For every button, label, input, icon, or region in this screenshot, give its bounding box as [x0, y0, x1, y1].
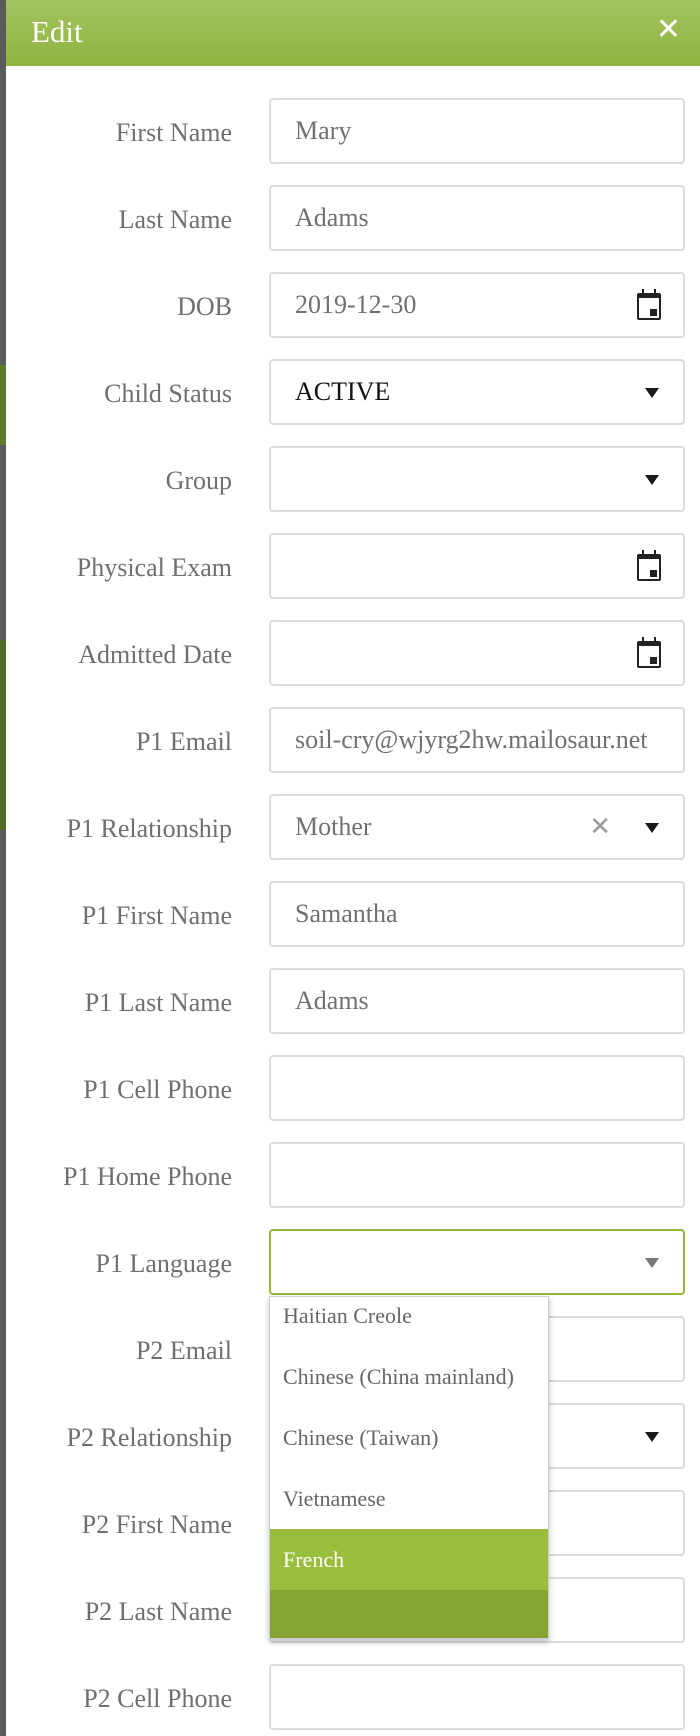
language-dropdown-menu: Haitian Creole Chinese (China mainland) …: [269, 1296, 549, 1639]
p1-home-phone-label: P1 Home Phone: [63, 1162, 232, 1191]
close-icon[interactable]: ✕: [656, 13, 681, 47]
p1-relationship-row: P1 Relationship Mother ✕: [6, 794, 700, 864]
p1-email-input[interactable]: soil-cry@wjyrg2hw.mailosaur.net: [269, 707, 685, 773]
physical-exam-label: Physical Exam: [76, 553, 232, 582]
p2-relationship-label: P2 Relationship: [66, 1423, 232, 1452]
dob-input[interactable]: 2019-12-30: [269, 272, 685, 338]
p1-relationship-value: Mother: [295, 812, 372, 841]
p1-home-phone-row: P1 Home Phone: [6, 1142, 700, 1212]
p1-email-label: P1 Email: [135, 727, 232, 756]
p1-relationship-select[interactable]: Mother ✕: [269, 794, 685, 860]
p1-first-name-row: P1 First Name Samantha: [6, 881, 700, 951]
last-name-row: Last Name Adams: [6, 185, 700, 255]
p1-relationship-label: P1 Relationship: [66, 814, 232, 843]
admitted-date-label: Admitted Date: [78, 640, 232, 669]
p1-last-name-value: Adams: [295, 986, 369, 1015]
chevron-down-icon: [645, 1258, 659, 1268]
chevron-down-icon: [645, 475, 659, 485]
first-name-value: Mary: [295, 116, 352, 145]
p1-cell-phone-input[interactable]: [269, 1055, 685, 1121]
calendar-icon[interactable]: [637, 289, 661, 320]
chevron-down-icon: [645, 823, 659, 833]
child-status-row: Child Status ACTIVE: [6, 359, 700, 429]
language-option[interactable]: Chinese (China mainland): [270, 1346, 548, 1407]
language-option-highlighted[interactable]: French: [270, 1529, 548, 1590]
p1-email-value: soil-cry@wjyrg2hw.mailosaur.net: [295, 725, 648, 754]
admitted-date-row: Admitted Date: [6, 620, 700, 690]
p1-first-name-label: P1 First Name: [81, 901, 232, 930]
p1-language-row: P1 Language: [6, 1229, 700, 1299]
p1-last-name-input[interactable]: Adams: [269, 968, 685, 1034]
admitted-date-input[interactable]: [269, 620, 685, 686]
p1-last-name-label: P1 Last Name: [84, 988, 232, 1017]
first-name-row: First Name Mary: [6, 98, 700, 168]
child-status-label: Child Status: [104, 379, 232, 408]
p1-language-select[interactable]: [269, 1229, 685, 1295]
p2-first-name-label: P2 First Name: [81, 1510, 232, 1539]
p1-cell-phone-label: P1 Cell Phone: [83, 1075, 232, 1104]
p1-first-name-value: Samantha: [295, 899, 398, 928]
language-option[interactable]: [270, 1590, 548, 1638]
p1-last-name-row: P1 Last Name Adams: [6, 968, 700, 1038]
last-name-label: Last Name: [118, 205, 232, 234]
modal-title: Edit: [31, 14, 83, 49]
p2-cell-phone-label: P2 Cell Phone: [83, 1684, 232, 1713]
group-select[interactable]: [269, 446, 685, 512]
p2-email-label: P2 Email: [135, 1336, 232, 1365]
p2-cell-phone-row: P2 Cell Phone: [6, 1664, 700, 1734]
p1-home-phone-input[interactable]: [269, 1142, 685, 1208]
edit-modal: Edit ✕ First Name Mary Last Name Adams D…: [6, 0, 700, 1736]
p2-last-name-label: P2 Last Name: [84, 1597, 232, 1626]
calendar-icon[interactable]: [637, 550, 661, 581]
physical-exam-row: Physical Exam: [6, 533, 700, 603]
p2-cell-phone-input[interactable]: [269, 1664, 685, 1730]
chevron-down-icon: [645, 1432, 659, 1442]
first-name-label: First Name: [115, 118, 232, 147]
group-label: Group: [165, 466, 232, 495]
child-status-value: ACTIVE: [295, 377, 391, 406]
p1-email-row: P1 Email soil-cry@wjyrg2hw.mailosaur.net: [6, 707, 700, 777]
physical-exam-input[interactable]: [269, 533, 685, 599]
last-name-value: Adams: [295, 203, 369, 232]
p1-language-label: P1 Language: [95, 1249, 232, 1278]
chevron-down-icon: [645, 388, 659, 398]
dob-label: DOB: [177, 292, 232, 321]
modal-header: Edit ✕: [6, 0, 700, 66]
clear-icon[interactable]: ✕: [589, 810, 611, 844]
group-row: Group: [6, 446, 700, 516]
dob-row: DOB 2019-12-30: [6, 272, 700, 342]
first-name-input[interactable]: Mary: [269, 98, 685, 164]
last-name-input[interactable]: Adams: [269, 185, 685, 251]
language-option[interactable]: Vietnamese: [270, 1468, 548, 1529]
p1-cell-phone-row: P1 Cell Phone: [6, 1055, 700, 1125]
language-option[interactable]: Haitian Creole: [270, 1297, 548, 1346]
language-option[interactable]: Chinese (Taiwan): [270, 1407, 548, 1468]
dob-value: 2019-12-30: [295, 290, 417, 319]
child-status-select[interactable]: ACTIVE: [269, 359, 685, 425]
calendar-icon[interactable]: [637, 637, 661, 668]
p1-first-name-input[interactable]: Samantha: [269, 881, 685, 947]
